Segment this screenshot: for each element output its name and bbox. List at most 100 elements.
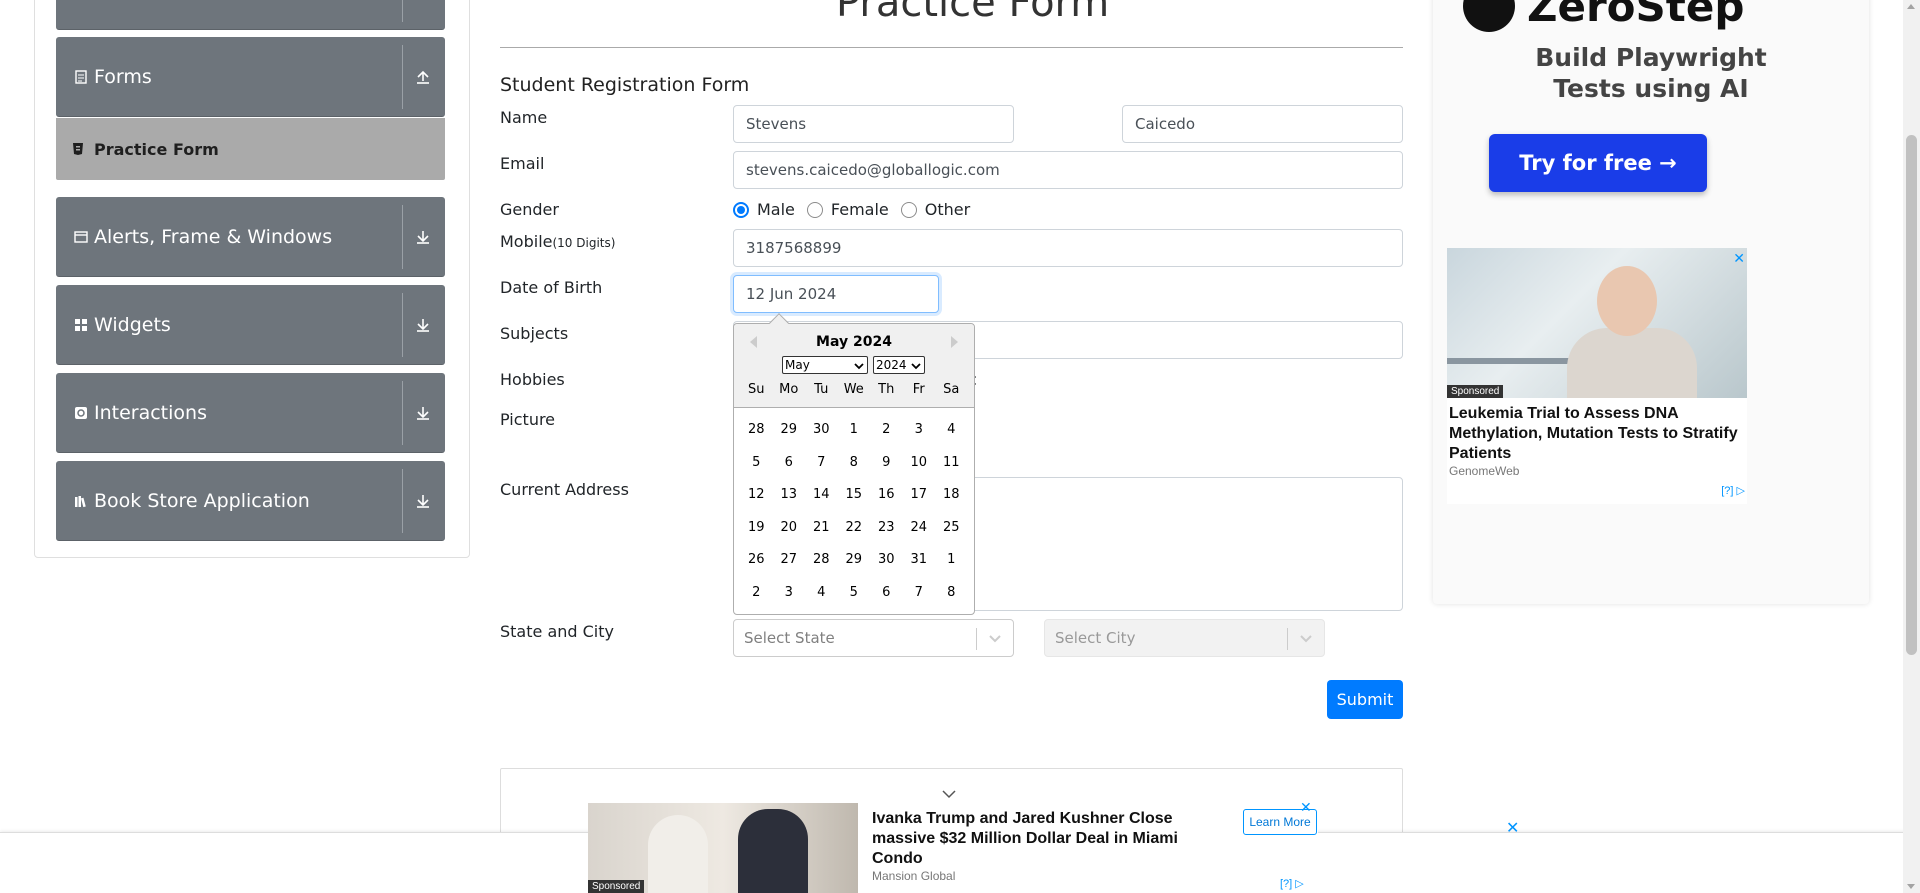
day-cell[interactable]: 26 [740, 550, 773, 583]
bottom-ad[interactable]: Sponsored Ivanka Trump and Jared Kushner… [588, 799, 1318, 893]
last-name-input[interactable]: Caicedo [1122, 105, 1403, 143]
day-cell[interactable]: 3 [773, 583, 806, 616]
day-cell[interactable]: 6 [773, 453, 806, 486]
radio-label: Other [924, 200, 971, 219]
day-cell[interactable]: 6 [870, 583, 903, 616]
day-cell[interactable]: 4 [935, 420, 968, 453]
radio-male[interactable] [733, 201, 749, 218]
day-cell[interactable]: 18 [935, 485, 968, 518]
day-cell[interactable]: 20 [773, 518, 806, 551]
gender-other-option[interactable]: Other [900, 200, 971, 219]
day-cell[interactable]: 23 [870, 518, 903, 551]
day-cell[interactable]: 17 [903, 485, 936, 518]
scrollbar-thumb[interactable] [1906, 135, 1917, 655]
day-cell[interactable]: 2 [870, 420, 903, 453]
day-cell[interactable]: 16 [870, 485, 903, 518]
day-cell[interactable]: 14 [805, 485, 838, 518]
ad-headline[interactable]: Leukemia Trial to Assess DNA Methylation… [1449, 404, 1749, 464]
right-ad-panel[interactable]: ZeroStep Build Playwright Tests using AI … [1433, 0, 1869, 604]
city-select[interactable]: Select City [1044, 619, 1325, 657]
day-cell[interactable]: 29 [773, 420, 806, 453]
day-cell[interactable]: 30 [805, 420, 838, 453]
sidebar-group-forms[interactable]: Forms [56, 37, 445, 117]
sidebar-group-collapsed[interactable] [56, 0, 445, 30]
chevron-down-icon[interactable] [987, 630, 1003, 650]
year-select[interactable]: 2024 [873, 356, 925, 374]
radio-other[interactable] [900, 201, 917, 218]
ad-image-shape [648, 815, 708, 893]
close-icon[interactable]: ✕ [1733, 250, 1745, 267]
ad-source: Mansion Global [872, 869, 956, 883]
day-cell[interactable]: 27 [773, 550, 806, 583]
day-cell[interactable]: 28 [805, 550, 838, 583]
collapse-icon[interactable] [409, 63, 437, 91]
state-select[interactable]: Select State [733, 619, 1014, 657]
day-cell[interactable]: 30 [870, 550, 903, 583]
day-cell[interactable]: 9 [870, 453, 903, 486]
close-icon[interactable]: ✕ [1506, 818, 1519, 838]
mobile-input[interactable]: 3187568899 [733, 229, 1403, 267]
vertical-scrollbar[interactable] [1903, 0, 1920, 893]
sidebar-item-practice-form[interactable]: Practice Form [56, 118, 445, 180]
ad-headline[interactable]: Ivanka Trump and Jared Kushner Close mas… [872, 809, 1202, 869]
sidebar-group-alerts[interactable]: Alerts, Frame & Windows [56, 197, 445, 277]
expand-icon[interactable] [409, 223, 437, 251]
day-cell[interactable]: 24 [903, 518, 936, 551]
day-cell[interactable]: 3 [903, 420, 936, 453]
day-cell[interactable]: 8 [838, 453, 871, 486]
weekday-label: Tu [814, 382, 829, 397]
month-select[interactable]: May [782, 356, 868, 374]
day-cell[interactable]: 10 [903, 453, 936, 486]
scroll-down-icon[interactable] [1907, 884, 1915, 889]
week-row: 19 20 21 22 23 24 25 [740, 518, 968, 551]
weekday-label: We [843, 382, 864, 397]
scroll-up-icon[interactable] [1907, 4, 1915, 9]
ad-image[interactable]: Sponsored ✕ [1447, 248, 1747, 398]
day-cell[interactable]: 15 [838, 485, 871, 518]
first-name-input[interactable]: Stevens [733, 105, 1014, 143]
chevron-down-icon[interactable] [1298, 630, 1314, 650]
day-cell[interactable]: 11 [935, 453, 968, 486]
day-cell[interactable]: 7 [805, 453, 838, 486]
day-cell[interactable]: 25 [935, 518, 968, 551]
day-cell[interactable]: 5 [740, 453, 773, 486]
day-cell[interactable]: 19 [740, 518, 773, 551]
submit-button[interactable]: Submit [1327, 680, 1403, 719]
day-cell[interactable]: 21 [805, 518, 838, 551]
day-cell[interactable]: 29 [838, 550, 871, 583]
day-cell[interactable]: 22 [838, 518, 871, 551]
chevron-down-icon[interactable] [942, 786, 956, 804]
try-free-button[interactable]: Try for free → [1489, 134, 1707, 192]
day-cell[interactable]: 13 [773, 485, 806, 518]
day-cell[interactable]: 1 [838, 420, 871, 453]
sidebar-group-widgets[interactable]: Widgets [56, 285, 445, 365]
zerostep-logo[interactable]: ZeroStep [1463, 0, 1744, 32]
day-cell[interactable]: 5 [838, 583, 871, 616]
adchoices-icon[interactable]: [?] ▷ [1721, 484, 1745, 497]
adchoices-icon[interactable]: [?] ▷ [1280, 877, 1304, 890]
close-icon[interactable]: ✕ [1300, 799, 1312, 816]
day-cell[interactable]: 7 [903, 583, 936, 616]
sidebar-group-bookstore[interactable]: Book Store Application [56, 461, 445, 541]
radio-female[interactable] [806, 201, 823, 218]
expand-icon[interactable] [409, 311, 437, 339]
email-input[interactable]: stevens.caicedo@globallogic.com [733, 151, 1403, 189]
expand-icon[interactable] [409, 0, 437, 4]
expand-icon[interactable] [409, 487, 437, 515]
next-month-icon[interactable] [951, 336, 958, 348]
gender-male-option[interactable]: Male [733, 200, 795, 219]
day-cell[interactable]: 2 [740, 583, 773, 616]
ad-image[interactable]: Sponsored [588, 803, 858, 893]
day-cell[interactable]: 12 [740, 485, 773, 518]
expand-icon[interactable] [409, 399, 437, 427]
sponsored-card[interactable]: Sponsored ✕ Leukemia Trial to Assess DNA… [1447, 248, 1747, 504]
dob-input[interactable]: 12 Jun 2024 [733, 275, 939, 313]
day-cell[interactable]: 8 [935, 583, 968, 616]
sidebar-item-label: Practice Form [94, 139, 219, 159]
sidebar-group-interactions[interactable]: Interactions [56, 373, 445, 453]
gender-female-option[interactable]: Female [806, 200, 889, 219]
day-cell[interactable]: 28 [740, 420, 773, 453]
day-cell[interactable]: 1 [935, 550, 968, 583]
day-cell[interactable]: 4 [805, 583, 838, 616]
day-cell[interactable]: 31 [903, 550, 936, 583]
